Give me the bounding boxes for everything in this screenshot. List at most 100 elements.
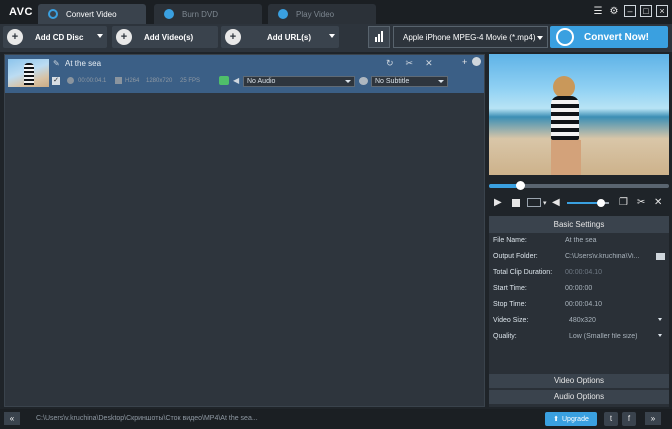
list-icon[interactable]: ☰ [592, 5, 604, 17]
speaker-icon: ◀ [233, 76, 240, 85]
basic-settings-header[interactable]: Basic Settings [489, 217, 669, 233]
maximize-button[interactable]: □ [640, 5, 652, 17]
gear-icon[interactable]: ⚙ [608, 5, 620, 17]
plus-icon[interactable]: + [462, 57, 467, 67]
setting-video-size[interactable]: Video Size: 480x320 [489, 314, 669, 328]
volume-slider[interactable] [567, 199, 609, 207]
setting-value[interactable]: 00:00:00 [565, 285, 592, 292]
play-icon [278, 9, 288, 19]
tab-burn-dvd-label: Burn DVD [182, 9, 219, 19]
video-options-button[interactable]: Video Options [489, 374, 669, 388]
profile-category-button[interactable] [368, 26, 390, 48]
folder-icon[interactable] [656, 253, 665, 260]
setting-value[interactable]: Low (Smaller file size) [569, 333, 637, 340]
seek-bar-handle[interactable] [515, 181, 525, 190]
add-cd-disc-button[interactable]: + Add CD Disc [3, 26, 107, 48]
disc-icon [164, 9, 174, 19]
setting-value: 00:00:04.10 [565, 269, 602, 276]
chevron-down-icon[interactable] [97, 34, 103, 38]
audio-track-select[interactable]: No Audio [243, 76, 355, 87]
setting-value[interactable]: 480x320 [569, 317, 596, 324]
title-bar: AVC Convert Video Burn DVD Play Video ☰ … [0, 0, 672, 24]
copy-icon[interactable]: ❐ [619, 197, 628, 208]
setting-value[interactable]: 00:00:04.10 [565, 301, 602, 308]
chevron-down-icon[interactable] [658, 334, 662, 337]
setting-quality[interactable]: Quality: Low (Smaller file size) [489, 330, 669, 344]
setting-value[interactable]: At the sea [565, 237, 597, 244]
film-icon [115, 77, 122, 84]
add-urls-button[interactable]: + Add URL(s) [221, 26, 339, 48]
setting-label: Quality: [493, 333, 517, 340]
subtitle-icon [359, 77, 368, 85]
file-row[interactable]: ✎ At the sea ↻ ✂ ✕ + ✓ 00:00:04.1 H264 1… [5, 55, 484, 93]
file-resolution: 1280x720 [146, 78, 173, 84]
output-path[interactable]: C:\Users\v.kruchina\Desktop\Скриншоты\Ст… [36, 415, 258, 422]
file-list: ✎ At the sea ↻ ✂ ✕ + ✓ 00:00:04.1 H264 1… [4, 54, 485, 407]
setting-value[interactable]: C:\Users\v.kruchina\Vi... [565, 253, 653, 260]
video-thumbnail[interactable] [8, 59, 49, 87]
setting-label: Stop Time: [493, 301, 527, 308]
setting-stop-time[interactable]: Stop Time: 00:00:04.10 [489, 298, 669, 312]
convert-now-label: Convert Now! [584, 31, 649, 43]
chevron-down-icon [345, 80, 351, 83]
rotate-icon[interactable]: ↻ [386, 58, 394, 69]
clock-icon [67, 77, 74, 84]
add-videos-button[interactable]: + Add Video(s) [112, 26, 218, 48]
preview-figure-head [553, 76, 575, 98]
setting-total-duration: Total Clip Duration: 00:00:04.10 [489, 266, 669, 280]
setting-file-name[interactable]: File Name: At the sea [489, 234, 669, 248]
chevron-down-icon [537, 36, 543, 40]
setting-output-folder[interactable]: Output Folder: C:\Users\v.kruchina\Vi... [489, 250, 669, 264]
chevron-down-icon[interactable] [658, 318, 662, 321]
volume-icon[interactable]: ◀ [552, 197, 560, 208]
minimize-button[interactable]: – [624, 5, 636, 17]
output-profile-select[interactable]: Apple iPhone MPEG-4 Movie (*.mp4) [393, 26, 548, 48]
video-preview[interactable] [489, 54, 669, 175]
row-actions: ↻ ✂ ✕ [386, 58, 433, 69]
add-cd-disc-label: Add CD Disc [35, 32, 84, 42]
file-duration: 00:00:04.1 [78, 78, 107, 84]
remove-icon[interactable] [472, 57, 482, 66]
subtitle-select[interactable]: No Subtitle [371, 76, 448, 87]
convert-now-button[interactable]: Convert Now! [550, 26, 668, 48]
output-profile-value: Apple iPhone MPEG-4 Movie (*.mp4) [403, 32, 536, 42]
cut-icon[interactable]: ✂ [637, 197, 645, 208]
snapshot-icon[interactable] [527, 198, 541, 207]
setting-label: Output Folder: [493, 253, 538, 260]
tab-play-video[interactable]: Play Video [268, 4, 376, 24]
facebook-button[interactable]: f [622, 412, 636, 426]
file-checkbox[interactable]: ✓ [52, 77, 60, 85]
expand-button[interactable]: » [645, 412, 661, 425]
effects-icon[interactable]: ✕ [654, 197, 662, 208]
pencil-icon[interactable]: ✎ [53, 59, 60, 68]
add-videos-label: Add Video(s) [144, 32, 194, 42]
audio-track-icon[interactable] [219, 76, 229, 85]
disc-add-icon: + [7, 29, 23, 45]
file-codec: H264 [125, 78, 140, 84]
volume-handle[interactable] [596, 199, 605, 207]
tab-convert-video[interactable]: Convert Video [38, 4, 146, 24]
setting-label: Start Time: [493, 285, 527, 292]
player-controls: ▶ ▾ ◀ ❐ ✂ ✕ [489, 196, 669, 210]
upgrade-label: Upgrade [562, 415, 589, 423]
upgrade-button[interactable]: ⬆ Upgrade [545, 412, 597, 426]
twitter-button[interactable]: t [604, 412, 618, 426]
chevron-down-icon[interactable]: ▾ [543, 199, 547, 207]
refresh-icon [556, 28, 574, 46]
chevron-down-icon[interactable] [329, 34, 335, 38]
setting-start-time[interactable]: Start Time: 00:00:00 [489, 282, 669, 296]
collapse-button[interactable]: « [4, 412, 20, 425]
effects-icon[interactable]: ✕ [425, 58, 433, 69]
thumbnail-figure [24, 63, 34, 85]
audio-track-value: No Audio [247, 78, 276, 85]
audio-options-button[interactable]: Audio Options [489, 390, 669, 404]
file-title[interactable]: At the sea [65, 59, 101, 68]
seek-bar[interactable] [489, 181, 669, 190]
stop-icon[interactable] [512, 199, 520, 207]
close-button[interactable]: × [656, 5, 668, 17]
play-icon[interactable]: ▶ [494, 197, 502, 208]
cut-icon[interactable]: ✂ [406, 58, 414, 69]
globe-add-icon: + [225, 29, 241, 45]
tab-burn-dvd[interactable]: Burn DVD [154, 4, 262, 24]
tab-convert-video-label: Convert Video [66, 9, 117, 19]
